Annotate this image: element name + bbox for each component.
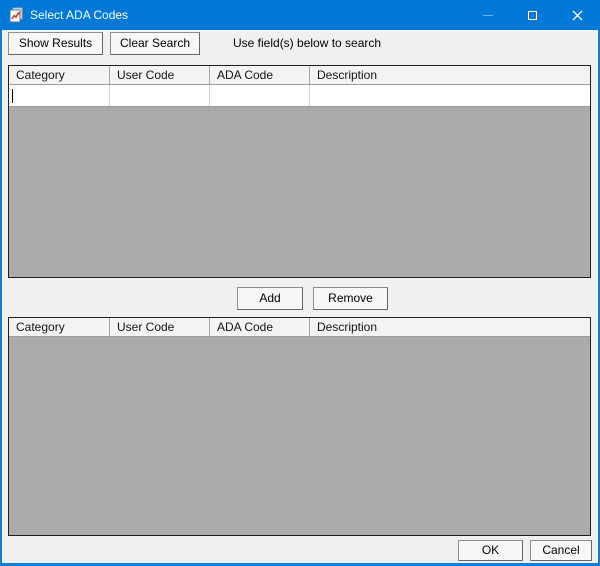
category-search-cell[interactable] [9,85,110,106]
search-input-row [9,85,590,107]
results-col-ada-code[interactable]: ADA Code [210,318,310,336]
results-col-category[interactable]: Category [9,318,110,336]
search-hint-label: Use field(s) below to search [233,32,381,55]
search-col-description[interactable]: Description [310,66,590,84]
search-grid-empty-area [9,107,590,277]
results-grid: Category User Code ADA Code Description [8,317,591,536]
remove-button[interactable]: Remove [313,287,388,310]
results-grid-header: Category User Code ADA Code Description [9,318,590,337]
clear-search-button[interactable]: Clear Search [110,32,200,55]
minimize-icon[interactable] [465,0,510,30]
window-title: Select ADA Codes [30,8,128,22]
titlebar: Select ADA Codes [0,0,600,30]
ada-code-search-cell[interactable] [210,85,310,106]
search-col-ada-code[interactable]: ADA Code [210,66,310,84]
close-icon[interactable] [555,0,600,30]
description-search-cell[interactable] [310,85,590,106]
add-button[interactable]: Add [237,287,303,310]
search-grid: Category User Code ADA Code Description [8,65,591,278]
search-grid-header: Category User Code ADA Code Description [9,66,590,85]
results-grid-empty-area [9,337,590,535]
show-results-button[interactable]: Show Results [8,32,103,55]
ok-button[interactable]: OK [458,540,523,561]
cancel-button[interactable]: Cancel [530,540,592,561]
user-code-search-cell[interactable] [110,85,210,106]
search-col-category[interactable]: Category [9,66,110,84]
results-col-user-code[interactable]: User Code [110,318,210,336]
select-ada-codes-dialog: Select ADA Codes Show Results Clear Sear… [0,0,600,566]
search-col-user-code[interactable]: User Code [110,66,210,84]
text-caret [12,89,13,103]
app-report-icon [8,7,24,23]
window-controls [465,0,600,30]
window-border-left [0,30,2,566]
results-col-description[interactable]: Description [310,318,590,336]
maximize-icon[interactable] [510,0,555,30]
